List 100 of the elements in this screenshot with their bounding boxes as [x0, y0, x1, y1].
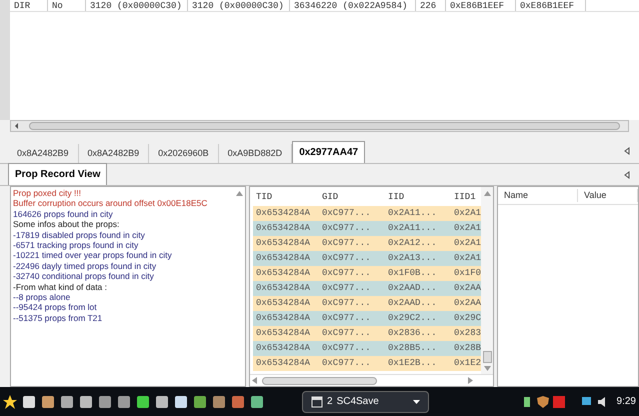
table-cell-text: 0x1F0	[453, 266, 481, 280]
tab[interactable]: 0x2026960B	[149, 144, 219, 163]
log-line: --51375 props from T21	[13, 312, 104, 324]
table-row[interactable]: 0x6534284A 0xC977... 0x2AAD... 0x2AA	[253, 281, 481, 296]
scroll-left-icon[interactable]	[13, 122, 21, 130]
column-header[interactable]: Value	[578, 188, 638, 202]
table-cell-text: 0x29C2...	[387, 312, 438, 325]
log-line: -22496 dayly timed props found in city	[13, 260, 158, 272]
table-cell: No	[48, 0, 86, 11]
table-cell-text: 0x2A1	[453, 222, 481, 235]
table-cell: DIR	[10, 0, 48, 11]
table-cell-text: 0xC977...	[321, 266, 372, 280]
log-line: Prop poxed city !!!	[13, 188, 82, 198]
table-row[interactable]: 0x6534284A 0xC977... 0x2836... 0x283	[253, 326, 481, 341]
column-header[interactable]: GID	[319, 191, 385, 205]
table-cell-text: 0x6534284A	[255, 326, 312, 340]
tab-scroll-left-icon[interactable]	[623, 147, 631, 155]
table-cell-text: 0x2A1	[453, 252, 481, 265]
log-line: Some infos about the props:	[13, 219, 120, 230]
table-cell-text: 0x28B	[453, 342, 481, 355]
log-line: -10221 timed over year props found in city	[13, 250, 173, 261]
tab-scroll-left-icon[interactable]	[623, 171, 631, 179]
app-icon[interactable]	[117, 394, 131, 408]
table-row[interactable]: 0x6534284A 0xC977... 0x29C2... 0x29C	[253, 311, 481, 326]
table-cell-text: 0x2A11...	[387, 222, 438, 235]
table-cell-text: 0x6534284A	[255, 296, 312, 310]
app-icon[interactable]	[60, 394, 74, 408]
table-row[interactable]: 0x6534284A 0xC977... 0x2A12... 0x2A1	[253, 236, 481, 251]
table-cell-text: 0x2A13...	[387, 252, 438, 265]
table-row[interactable]: 0x6534284A 0xC977... 0x28B5... 0x28B	[253, 341, 481, 356]
column-header[interactable]: IID1	[451, 191, 481, 205]
scroll-up-icon[interactable]	[236, 191, 242, 196]
shield-icon[interactable]	[536, 396, 549, 408]
table-cell: 3120 (0x00000C30)	[86, 0, 188, 11]
table-cell-text: 0x6534284A	[255, 282, 312, 295]
table-cell-text: 0xC977...	[321, 326, 372, 340]
table-cell-text: 0x28B5...	[387, 342, 438, 355]
table-row[interactable]: 0x6534284A 0xC977... 0x2A11... 0x2A1	[253, 221, 481, 236]
table-cell: 36346220 (0x022A9584)	[290, 0, 416, 11]
app-icon[interactable]	[231, 394, 245, 408]
table-cell-text: 0x6534284A	[255, 356, 312, 370]
table-cell-text: 0x2A12...	[387, 236, 438, 250]
app-icon[interactable]	[98, 394, 112, 408]
taskbar-window-button[interactable]: 2 SC4Save	[302, 390, 429, 412]
table-cell-text: 0x2A1	[453, 236, 481, 250]
table-row[interactable]: 0x6534284A 0xC977... 0x2A13... 0x2A1	[253, 251, 481, 266]
scroll-right-icon[interactable]	[468, 377, 473, 384]
scroll-left-icon[interactable]	[252, 377, 257, 384]
table-cell: 0xE86B1EEF	[446, 0, 516, 11]
table-cell-text: 0x2A1	[453, 206, 481, 220]
scrollbar-thumb[interactable]	[262, 376, 377, 384]
star-icon[interactable]	[3, 394, 17, 408]
table-cell-text: 0x1E2B...	[387, 356, 438, 370]
table-cell-text: 0x6534284A	[255, 222, 312, 235]
table-cell-text: 0xC977...	[321, 342, 372, 355]
tab[interactable]: Prop Record View	[8, 163, 108, 185]
log-line: -32740 conditional props found in city	[13, 271, 155, 282]
column-header[interactable]: TID	[253, 191, 319, 205]
tab[interactable]: 0x2977AA47	[292, 141, 366, 163]
table-cell: 226	[416, 0, 446, 11]
table-cell: 0xE86B1EEF	[516, 0, 586, 11]
table-row[interactable]: 0x6534284A 0xC977... 0x1E2B... 0x1E2	[253, 356, 481, 371]
log-line: -From what kind of data :	[13, 282, 108, 292]
table-cell-text: 0x2AAD...	[387, 282, 438, 295]
table-cell-text: 0x1E2	[453, 356, 481, 370]
scroll-down-icon[interactable]	[484, 366, 490, 371]
caret-icon	[413, 400, 420, 404]
table-cell-text: 0xC977...	[321, 312, 372, 325]
scrollbar-thumb[interactable]	[482, 351, 492, 363]
column-header[interactable]: IID	[385, 191, 451, 205]
table-cell-text: 0x6534284A	[255, 342, 312, 355]
table-cell-text: 0x6534284A	[255, 236, 312, 250]
table-cell-text: 0x29C	[453, 312, 481, 325]
table-cell-text: 0x283	[453, 326, 481, 340]
table-cell-text: 0xC977...	[321, 356, 372, 370]
table-cell-text: 0x1F0B...	[387, 266, 438, 280]
table-cell-text: 0x2AAD...	[387, 296, 438, 310]
clock[interactable]: 9:29	[616, 394, 636, 409]
column-header[interactable]: Name	[498, 188, 578, 202]
table-row[interactable]: 0x6534284A 0xC977... 0x2A11... 0x2A1	[253, 206, 481, 221]
log-line: 164626 props found in city	[13, 208, 114, 220]
table-cell: 3120 (0x00000C30)	[188, 0, 290, 11]
app-icon[interactable]	[212, 394, 226, 408]
table-cell-text: 0xC977...	[321, 282, 372, 295]
log-line: --95424 props from lot	[13, 302, 98, 313]
app-icon[interactable]	[155, 394, 169, 408]
log-line: -6571 tracking props found in city	[13, 240, 140, 250]
log-line: -17819 disabled props found in city	[13, 230, 146, 240]
table-cell-text: 0xC977...	[321, 206, 372, 220]
table-cell-text: 0x6534284A	[255, 266, 312, 280]
table-cell-text: 0x6534284A	[255, 206, 312, 220]
scroll-up-icon[interactable]	[484, 191, 490, 196]
table-row[interactable]: 0x6534284A 0xC977... 0x2AAD... 0x2AA	[253, 296, 481, 311]
table-cell-text: 0xC977...	[321, 252, 372, 265]
table-cell-text: 0x6534284A	[255, 252, 312, 265]
table-row[interactable]: 0x6534284A 0xC977... 0x1F0B... 0x1F0	[253, 266, 481, 281]
scrollbar-thumb[interactable]	[29, 122, 620, 130]
table-cell-text: 0x2AA	[453, 296, 481, 310]
log-line: --8 props alone	[13, 292, 72, 302]
table-cell-text: 0x6534284A	[255, 312, 312, 325]
